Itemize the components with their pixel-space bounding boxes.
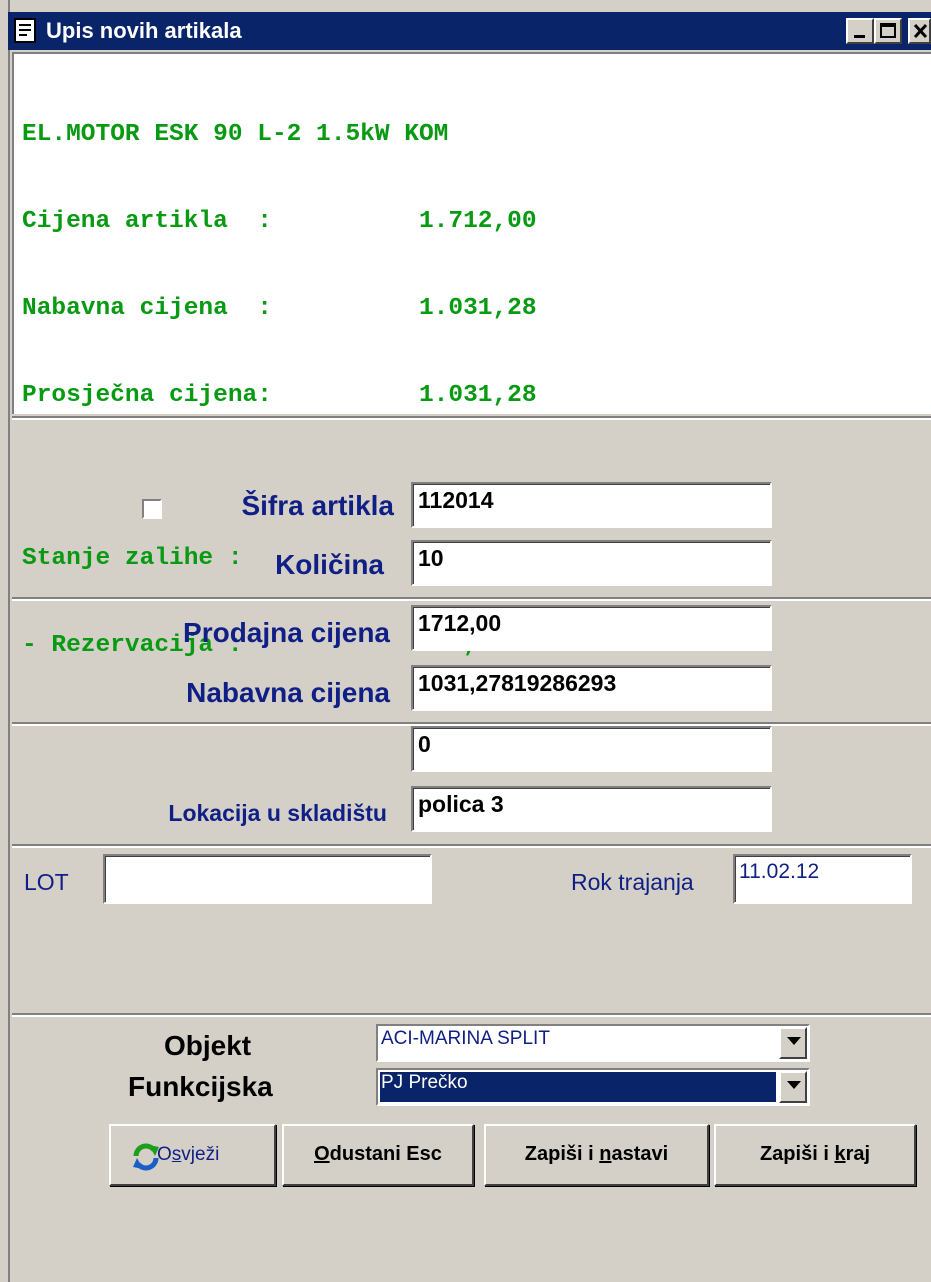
title-bar[interactable]: Upis novih artikala — [8, 12, 931, 50]
maximize-button[interactable] — [874, 18, 902, 44]
sifra-input[interactable]: 112014 — [411, 482, 772, 528]
minimize-icon — [854, 35, 865, 38]
prodajna-value: 1712,00 — [418, 610, 502, 636]
divider — [12, 844, 931, 848]
nabavna-value: 1031,27819286293 — [418, 670, 617, 696]
window-title: Upis novih artikala — [46, 18, 242, 43]
maximize-icon — [880, 23, 896, 38]
objekt-label: Objekt — [164, 1030, 252, 1061]
funkcijska-select[interactable]: PJ Prečko — [376, 1068, 810, 1106]
funkcijska-label: Funkcijska — [128, 1071, 273, 1102]
close-icon — [913, 23, 928, 39]
objekt-value: ACI-MARINA SPLIT — [381, 1028, 550, 1049]
refresh-button[interactable]: Osvježi — [109, 1124, 276, 1186]
cancel-button-label: Odustani Esc — [314, 1143, 442, 1165]
funkcijska-dropdown-button[interactable] — [779, 1071, 807, 1103]
purchase-price-line: Nabavna cijena : 1.031,28 — [22, 295, 537, 322]
rok-label: Rok trajanja — [571, 869, 694, 895]
lokacija-label: Lokacija u skladištu — [168, 800, 387, 826]
article-name-line: EL.MOTOR ESK 90 L-2 1.5kW KOM — [22, 121, 449, 148]
prodajna-input[interactable]: 1712,00 — [411, 605, 772, 651]
article-info-panel: EL.MOTOR ESK 90 L-2 1.5kW KOM Cijena art… — [12, 52, 931, 659]
minimize-button[interactable] — [846, 18, 874, 44]
rok-value: 11.02.12 — [739, 860, 820, 883]
objekt-select[interactable]: ACI-MARINA SPLIT — [376, 1024, 810, 1062]
save-continue-button[interactable]: Zapiši i nastavi — [484, 1124, 709, 1186]
extra-input[interactable]: 0 — [411, 726, 772, 772]
lot-input[interactable] — [103, 854, 432, 904]
prodajna-label: Prodajna cijena — [183, 617, 390, 648]
lokacija-input[interactable]: polica 3 — [411, 786, 772, 832]
lokacija-value: polica 3 — [418, 791, 504, 817]
kolicina-input[interactable]: 10 — [411, 540, 772, 586]
nabavna-label: Nabavna cijena — [186, 677, 390, 708]
kolicina-value: 10 — [418, 545, 444, 571]
objekt-dropdown-button[interactable] — [779, 1027, 807, 1059]
sifra-value: 112014 — [418, 487, 494, 513]
divider — [12, 1013, 931, 1017]
save-continue-button-label: Zapiši i nastavi — [524, 1143, 669, 1165]
chevron-down-icon — [787, 1037, 801, 1045]
divider — [12, 416, 931, 420]
extra-value: 0 — [418, 731, 431, 757]
nabavna-input[interactable]: 1031,27819286293 — [411, 665, 772, 711]
save-end-button[interactable]: Zapiši i kraj — [714, 1124, 916, 1186]
cancel-button[interactable]: Odustani Esc — [282, 1124, 474, 1186]
funkcijska-value: PJ Prečko — [381, 1072, 468, 1093]
funkcijska-selection-highlight: PJ Prečko — [380, 1072, 776, 1102]
average-price-line: Prosječna cijena: 1.031,28 — [22, 382, 537, 409]
kolicina-label: Količina — [275, 549, 384, 580]
sifra-checkbox[interactable] — [142, 499, 162, 519]
window-left-frame — [0, 0, 10, 1282]
price-line: Cijena artikla : 1.712,00 — [22, 208, 537, 235]
dialog-window: Upis novih artikala EL.MOTOR ESK 90 L-2 … — [0, 0, 931, 1282]
save-end-button-label: Zapiši i kraj — [759, 1143, 871, 1165]
chevron-down-icon — [787, 1081, 801, 1089]
lot-label: LOT — [24, 869, 69, 895]
form-icon — [14, 18, 36, 43]
refresh-button-label: Osvježi — [157, 1144, 220, 1165]
divider — [12, 597, 931, 601]
sifra-label: Šifra artikla — [241, 490, 394, 521]
close-button[interactable] — [908, 18, 931, 44]
rok-input[interactable]: 11.02.12 — [733, 854, 912, 904]
